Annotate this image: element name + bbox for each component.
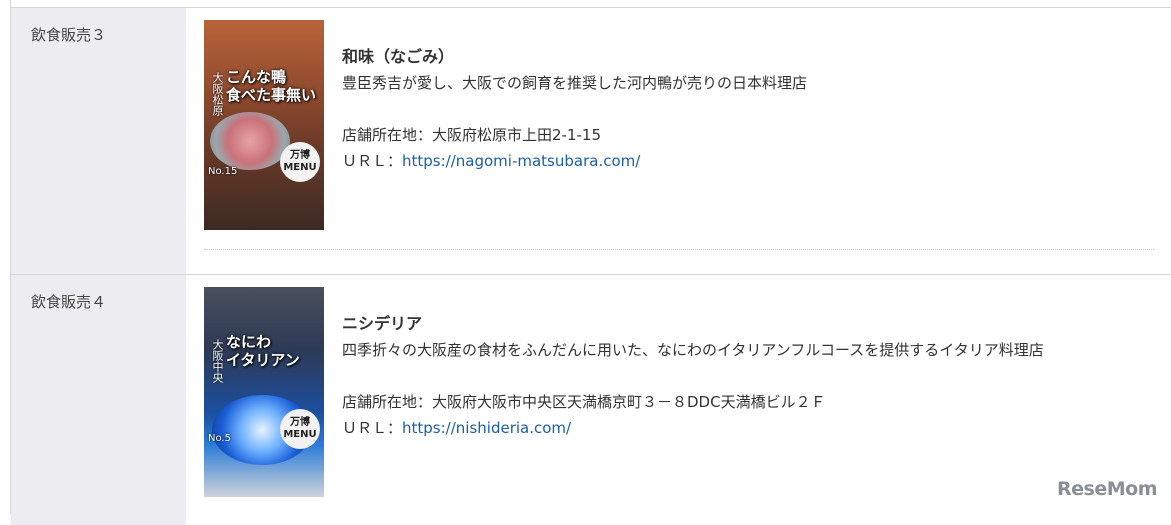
thumbnail-side-text: 大阪中央 (211, 339, 224, 383)
table-row: 飲食販売３ 大阪松原 こんな鴨 食べた事無い 万博 MENU No.15 和味（… (11, 7, 1171, 275)
url-label: ＵＲＬ： (342, 152, 403, 170)
thumbnail-title-line2: 食べた事無い (226, 86, 317, 104)
dish-image (210, 112, 290, 170)
shop-address: 店舗所在地：大阪府大阪市中央区天満橋京町３－８DDC天満橋ビル２Ｆ (342, 393, 826, 411)
row-label: 飲食販売４ (11, 275, 186, 525)
thumbnail-title-line1: なにわ (226, 333, 272, 351)
shop-url-line: ＵＲＬ：https://nishideria.com/ (342, 415, 1044, 441)
expo-menu-badge: 万博 MENU (280, 142, 320, 182)
thumbnail-title: なにわ イタリアン (226, 333, 300, 369)
row-label: 飲食販売３ (11, 8, 186, 275)
thumbnail-title: こんな鴨 食べた事無い (226, 68, 316, 104)
url-label: ＵＲＬ： (342, 419, 403, 437)
badge-line2: MENU (283, 162, 317, 173)
shop-url-line: ＵＲＬ：https://nagomi-matsubara.com/ (342, 148, 807, 174)
badge-line2: MENU (283, 429, 317, 440)
row-content: 大阪中央 なにわ イタリアン 万博 MENU No.5 ニシデリア 四季折々の大… (186, 275, 1171, 525)
shop-description: 四季折々の大阪産の食材をふんだんに用いた、なにわのイタリアンフルコースを提供する… (342, 341, 1044, 359)
shop-name: 和味（なごみ） (342, 47, 455, 66)
table-row: 飲食販売４ 大阪中央 なにわ イタリアン 万博 MENU No.5 ニシデリア … (11, 274, 1171, 525)
thumbnail-side-text: 大阪松原 (211, 72, 224, 116)
expo-menu-badge: 万博 MENU (280, 409, 320, 449)
shop-url-link[interactable]: https://nagomi-matsubara.com/ (402, 152, 640, 170)
shop-info: ニシデリア 四季折々の大阪産の食材をふんだんに用いた、なにわのイタリアンフルコー… (342, 311, 1044, 441)
shop-address: 店舗所在地：大阪府松原市上田2-1-15 (342, 126, 602, 144)
shop-info: 和味（なごみ） 豊臣秀吉が愛し、大阪での飼育を推奨した河内鴨が売りの日本料理店 … (342, 44, 807, 174)
shop-table: 飲食販売３ 大阪松原 こんな鴨 食べた事無い 万博 MENU No.15 和味（… (10, 0, 1171, 525)
thumbnail-number: No.15 (208, 166, 238, 177)
shop-name: ニシデリア (342, 314, 423, 333)
thumbnail-title-line2: イタリアン (226, 351, 300, 369)
divider (204, 249, 1154, 250)
row-content: 大阪松原 こんな鴨 食べた事無い 万博 MENU No.15 和味（なごみ） 豊… (186, 8, 1171, 275)
thumbnail-title-line1: こんな鴨 (226, 68, 287, 86)
resemom-logo: ReseMom (1057, 478, 1157, 500)
badge-line1: 万博 (290, 417, 310, 428)
shop-thumbnail[interactable]: 大阪中央 なにわ イタリアン 万博 MENU No.5 (204, 287, 324, 497)
shop-description: 豊臣秀吉が愛し、大阪での飼育を推奨した河内鴨が売りの日本料理店 (342, 74, 808, 92)
thumbnail-number: No.5 (208, 433, 231, 444)
badge-line1: 万博 (290, 150, 310, 161)
shop-url-link[interactable]: https://nishideria.com/ (402, 419, 571, 437)
shop-thumbnail[interactable]: 大阪松原 こんな鴨 食べた事無い 万博 MENU No.15 (204, 20, 324, 230)
